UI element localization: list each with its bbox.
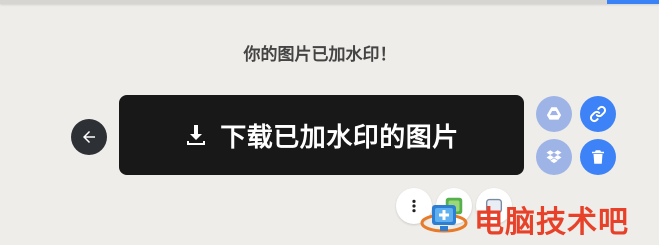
- watermark-result-page: 你的图片已加水印！ 下载已加水印的图片 电脑技术吧: [0, 0, 659, 245]
- dropbox-icon: [546, 150, 562, 164]
- trash-icon: [592, 150, 604, 164]
- delete-button[interactable]: [580, 139, 616, 175]
- download-icon: [187, 125, 206, 145]
- google-drive-icon: [546, 107, 562, 120]
- download-button-label: 下载已加水印的图片: [220, 122, 459, 153]
- top-bar: [0, 0, 659, 4]
- site-logo-icon: [420, 205, 468, 233]
- site-watermark-text: 电脑技术吧: [474, 205, 629, 240]
- link-icon: [589, 105, 607, 123]
- download-watermarked-image-button[interactable]: 下载已加水印的图片: [119, 95, 524, 175]
- page-title: 你的图片已加水印！: [243, 45, 397, 65]
- dropbox-button[interactable]: [536, 139, 572, 175]
- top-bar-accent: [607, 0, 659, 4]
- site-watermark: 电脑技术吧: [420, 196, 656, 242]
- google-drive-button[interactable]: [536, 96, 572, 132]
- arrow-left-icon: [83, 131, 95, 143]
- back-button[interactable]: [71, 119, 107, 155]
- copy-link-button[interactable]: [580, 96, 616, 132]
